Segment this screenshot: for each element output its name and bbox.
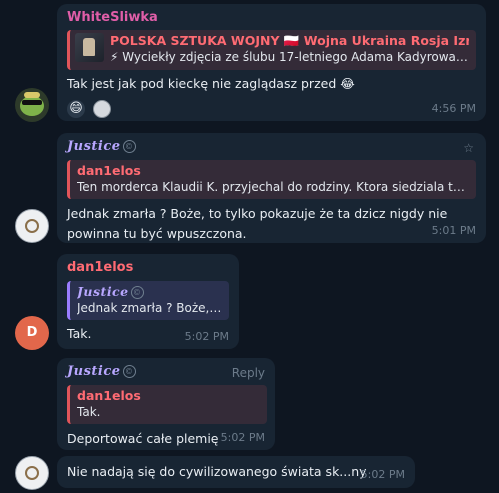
message-text: Jednak zmarła ? Boże, to tylko pokazuje …: [67, 206, 448, 241]
quote-text: ⚡ Wyciekły zdjęcia ze ślubu 17-letniego …: [110, 50, 469, 64]
circle-c-icon: ©: [122, 365, 136, 378]
seal-avatar-icon[interactable]: [15, 456, 49, 490]
seal-avatar-icon[interactable]: [15, 209, 49, 243]
quote-name: dan1elos: [77, 388, 141, 403]
message-time: 5:01 PM: [431, 224, 476, 237]
circle-c-icon: ©: [130, 286, 144, 299]
reply-quote[interactable]: Justice © Jednak zmarła ? Boże, t...: [67, 281, 229, 320]
message-time: 5:02 PM: [360, 468, 405, 481]
quote-text: Tak.: [77, 405, 101, 419]
reaction-laugh[interactable]: 😄: [67, 99, 85, 118]
reply-quote[interactable]: dan1elos Tak.: [67, 385, 267, 424]
star-icon[interactable]: ☆: [463, 141, 474, 155]
message-bubble[interactable]: WhiteSliwka POLSKA SZTUKA WOJNY 🇵🇱 Wojna…: [57, 4, 486, 121]
message-bubble[interactable]: dan1elos Justice © Jednak zmarła ? Boże, …: [57, 254, 239, 349]
reaction-avatar-icon[interactable]: [93, 99, 112, 118]
message-bubble[interactable]: Justice © Reply dan1elos Tak. Deportować …: [57, 358, 275, 450]
message-text: Nie nadają się do cywilizowanego świata …: [67, 464, 367, 479]
sender-name[interactable]: dan1elos: [67, 260, 229, 276]
quote-name: dan1elos: [77, 163, 141, 178]
circle-c-icon: ©: [122, 140, 136, 153]
message-time: 5:02 PM: [220, 431, 265, 444]
frog-avatar-icon[interactable]: [15, 88, 49, 122]
message-time: 4:56 PM: [431, 102, 476, 115]
message-time: 5:02 PM: [184, 330, 229, 343]
quote-title: POLSKA SZTUKA WOJNY 🇵🇱 Wojna Ukraina Ros…: [110, 33, 469, 48]
channel-thumbnail: [75, 33, 104, 62]
quote-text: Ten morderca Klaudii K. przyjechal do ro…: [77, 180, 469, 194]
message-bubble[interactable]: Justice © ☆ dan1elos Ten morderca Klaudii…: [57, 133, 486, 243]
message-text: Tak jest jak pod kieckę nie zaglądasz pr…: [67, 76, 355, 91]
sender-name[interactable]: WhiteSliwka: [67, 10, 476, 26]
avatar-d[interactable]: D: [15, 316, 49, 350]
sender-name[interactable]: Justice ©: [67, 139, 476, 155]
quote-text: Jednak zmarła ? Boże, t...: [77, 301, 222, 315]
message-bubble[interactable]: Nie nadają się do cywilizowanego świata …: [57, 456, 415, 488]
reactions-row: 😄: [67, 98, 476, 118]
quote-name: Justice ©: [77, 284, 222, 300]
forwarded-quote[interactable]: POLSKA SZTUKA WOJNY 🇵🇱 Wojna Ukraina Ros…: [67, 30, 476, 70]
reply-quote[interactable]: dan1elos Ten morderca Klaudii K. przyjec…: [67, 160, 476, 199]
reply-button[interactable]: Reply: [232, 366, 265, 380]
